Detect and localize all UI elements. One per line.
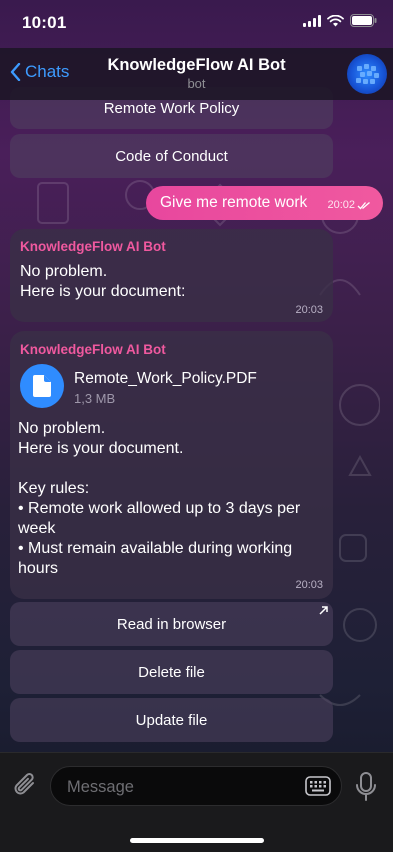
outgoing-message-text: Give me remote work (160, 194, 308, 211)
keyboard-button-code-of-conduct[interactable]: Code of Conduct (10, 134, 333, 178)
external-link-icon (319, 606, 328, 615)
outgoing-message-meta: 20:02 (327, 199, 371, 211)
paperclip-icon[interactable] (12, 771, 38, 799)
message-time: 20:03 (295, 304, 323, 316)
wifi-icon (327, 14, 344, 26)
document-icon (33, 375, 51, 397)
file-size: 1,3 MB (74, 391, 116, 406)
outgoing-message: Give me remote work 20:02 (146, 186, 383, 220)
update-file-button[interactable]: Update file (10, 698, 333, 742)
message-text: No problem. Here is your document: (20, 263, 186, 300)
cellular-signal-icon (303, 14, 321, 27)
chat-header: Chats KnowledgeFlow AI Bot bot (0, 48, 393, 100)
status-icons (303, 14, 377, 27)
incoming-message: KnowledgeFlow AI Bot No problem. Here is… (10, 229, 333, 322)
bot-keyboard-icon[interactable] (305, 776, 331, 796)
file-download-button[interactable] (20, 364, 64, 408)
chat-title: KnowledgeFlow AI Bot (107, 56, 286, 74)
status-bar: 10:01 (0, 0, 393, 48)
home-indicator[interactable] (130, 838, 264, 843)
delete-file-button[interactable]: Delete file (10, 650, 333, 694)
message-input-bar: Message (0, 752, 393, 852)
microphone-icon[interactable] (355, 772, 377, 802)
back-label: Chats (25, 62, 70, 81)
read-in-browser-label: Read in browser (116, 615, 227, 633)
back-button[interactable]: Chats (10, 62, 69, 82)
message-input[interactable]: Message (50, 766, 342, 806)
battery-icon (350, 14, 377, 27)
file-name[interactable]: Remote_Work_Policy.PDF (74, 370, 257, 388)
bot-avatar-image (356, 64, 379, 84)
chat-subtitle: bot (187, 76, 206, 91)
message-input-placeholder: Message (67, 778, 134, 796)
bot-avatar[interactable] (347, 54, 387, 94)
double-check-icon (357, 201, 370, 209)
read-in-browser-button[interactable]: Read in browser (10, 602, 333, 646)
message-text: No problem. Here is your document. Key r… (18, 420, 301, 577)
message-time: 20:03 (295, 579, 323, 591)
message-sender: KnowledgeFlow AI Bot (20, 342, 166, 357)
chat-title-block[interactable]: KnowledgeFlow AI Bot bot (90, 56, 303, 91)
message-sender: KnowledgeFlow AI Bot (20, 239, 166, 254)
chevron-left-icon (10, 63, 21, 81)
incoming-file-message: KnowledgeFlow AI Bot Remote_Work_Policy.… (10, 331, 333, 599)
status-time: 10:01 (22, 13, 67, 32)
outgoing-message-time: 20:02 (327, 199, 355, 211)
